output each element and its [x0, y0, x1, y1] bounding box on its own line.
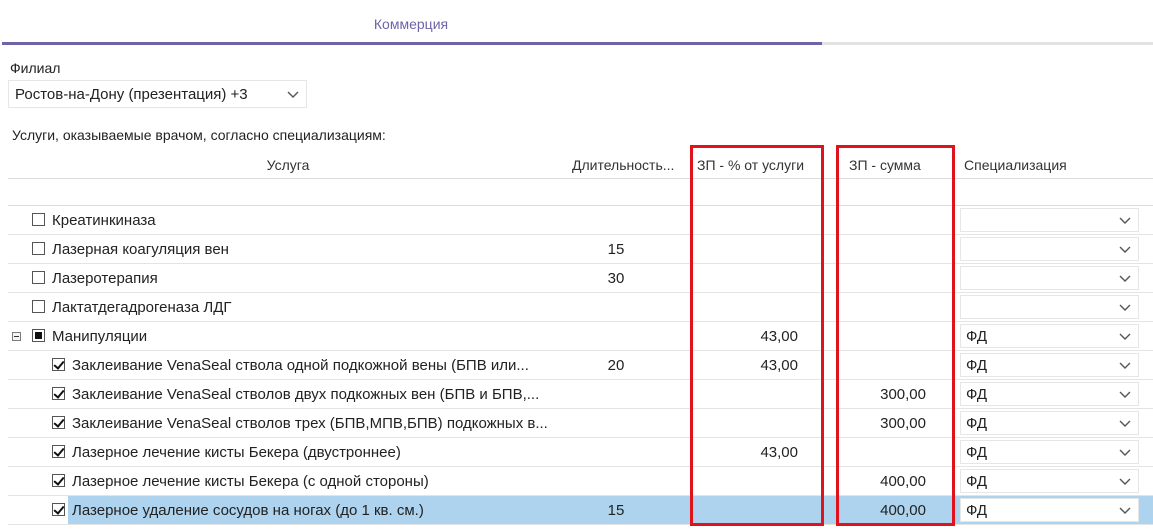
- row-checkbox[interactable]: [52, 503, 65, 516]
- specialization-dropdown[interactable]: ФД: [960, 440, 1139, 464]
- service-name: Лазерное удаление сосудов на ногах (до 1…: [72, 502, 424, 519]
- specialization-value: ФД: [966, 415, 988, 432]
- row-checkbox[interactable]: [32, 300, 45, 313]
- specialization-dropdown[interactable]: ФД: [960, 324, 1139, 348]
- specialization-value: ФД: [966, 328, 988, 345]
- column-header-service[interactable]: Услуга: [0, 157, 576, 173]
- specialization-value: ФД: [966, 473, 988, 490]
- chevron-down-icon: [1119, 217, 1131, 224]
- services-grid: Креатинкиназа Лазерная коагуляция вен 15 Ла…: [8, 206, 1153, 525]
- chevron-down-icon: [1119, 333, 1131, 340]
- duration-cell[interactable]: 15: [580, 502, 652, 519]
- salary-percent-cell[interactable]: 43,00: [698, 444, 798, 461]
- specialization-dropdown[interactable]: ФД: [960, 469, 1139, 493]
- table-row[interactable]: Лазерное лечение кисты Бекера (двустронн…: [8, 438, 1153, 467]
- chevron-down-icon: [1119, 449, 1131, 456]
- column-header-duration[interactable]: Длительность...: [572, 157, 686, 173]
- row-checkbox[interactable]: [52, 387, 65, 400]
- branch-dropdown-value: Ростов-на-Дону (презентация) +3: [15, 86, 248, 103]
- specialization-value: ФД: [966, 502, 988, 519]
- service-name: Заклеивание VenaSeal ствола одной подкож…: [72, 357, 529, 374]
- table-row[interactable]: Лазерная коагуляция вен 15: [8, 235, 1153, 264]
- row-checkbox[interactable]: [52, 416, 65, 429]
- services-caption: Услуги, оказываемые врачом, согласно спе…: [12, 127, 386, 143]
- table-row[interactable]: Заклеивание VenaSeal стволов трех (БПВ,М…: [8, 409, 1153, 438]
- chevron-down-icon: [1119, 391, 1131, 398]
- service-name: Лазерное лечение кисты Бекера (двустронн…: [72, 444, 401, 461]
- service-name: Заклеивание VenaSeal стволов двух подкож…: [72, 386, 540, 403]
- table-row[interactable]: Лазерное удаление сосудов на ногах (до 1…: [8, 496, 1153, 525]
- filter-row[interactable]: [8, 178, 1153, 206]
- service-name: Заклеивание VenaSeal стволов трех (БПВ,М…: [72, 415, 548, 432]
- salary-percent-cell[interactable]: 43,00: [698, 357, 798, 374]
- row-checkbox[interactable]: [52, 358, 65, 371]
- row-checkbox[interactable]: [32, 329, 45, 342]
- chevron-down-icon: [1119, 304, 1131, 311]
- service-name: Манипуляции: [52, 328, 148, 345]
- salary-sum-cell[interactable]: 400,00: [843, 473, 926, 490]
- collapse-minus-icon[interactable]: [12, 332, 21, 341]
- specialization-dropdown[interactable]: [960, 237, 1139, 261]
- column-header-salary-sum[interactable]: ЗП - сумма: [849, 157, 921, 173]
- service-name: Креатинкиназа: [52, 212, 156, 229]
- specialization-value: ФД: [966, 444, 988, 461]
- specialization-dropdown[interactable]: ФД: [960, 411, 1139, 435]
- chevron-down-icon: [1119, 275, 1131, 282]
- row-checkbox[interactable]: [32, 242, 45, 255]
- row-checkbox[interactable]: [32, 213, 45, 226]
- table-row[interactable]: Заклеивание VenaSeal ствола одной подкож…: [8, 351, 1153, 380]
- row-checkbox[interactable]: [32, 271, 45, 284]
- service-name: Лазеротерапия: [52, 270, 158, 287]
- table-row[interactable]: Креатинкиназа: [8, 206, 1153, 235]
- specialization-dropdown[interactable]: [960, 266, 1139, 290]
- specialization-dropdown[interactable]: ФД: [960, 382, 1139, 406]
- tab-active-indicator: [2, 42, 822, 45]
- specialization-dropdown[interactable]: ФД: [960, 498, 1139, 522]
- salary-percent-cell[interactable]: 43,00: [698, 328, 798, 345]
- row-checkbox[interactable]: [52, 474, 65, 487]
- duration-cell[interactable]: 30: [580, 270, 652, 287]
- salary-sum-cell[interactable]: 300,00: [843, 386, 926, 403]
- specialization-dropdown[interactable]: [960, 295, 1139, 319]
- service-name: Лазерная коагуляция вен: [52, 241, 229, 258]
- chevron-down-icon: [1119, 478, 1131, 485]
- duration-cell[interactable]: 15: [580, 241, 652, 258]
- specialization-value: ФД: [966, 357, 988, 374]
- chevron-down-icon: [287, 91, 299, 98]
- service-name: Лактатдегадрогеназа ЛДГ: [52, 299, 232, 316]
- chevron-down-icon: [1119, 246, 1131, 253]
- salary-sum-cell[interactable]: 400,00: [843, 502, 926, 519]
- duration-cell[interactable]: 20: [580, 357, 652, 374]
- branch-dropdown[interactable]: Ростов-на-Дону (презентация) +3: [8, 80, 307, 108]
- chevron-down-icon: [1119, 362, 1131, 369]
- salary-sum-cell[interactable]: 300,00: [843, 415, 926, 432]
- specialization-dropdown[interactable]: [960, 208, 1139, 232]
- table-row[interactable]: Заклеивание VenaSeal стволов двух подкож…: [8, 380, 1153, 409]
- specialization-dropdown[interactable]: ФД: [960, 353, 1139, 377]
- specialization-value: ФД: [966, 386, 988, 403]
- chevron-down-icon: [1119, 507, 1131, 514]
- chevron-down-icon: [1119, 420, 1131, 427]
- row-checkbox[interactable]: [52, 445, 65, 458]
- branch-label: Филиал: [10, 60, 61, 76]
- table-row[interactable]: Лазеротерапия 30: [8, 264, 1153, 293]
- table-row[interactable]: Манипуляции 43,00 ФД: [8, 322, 1153, 351]
- column-header-salary-percent[interactable]: ЗП - % от услуги: [697, 157, 804, 173]
- tab-commerce[interactable]: Коммерция: [0, 16, 822, 32]
- table-row[interactable]: Лактатдегадрогеназа ЛДГ: [8, 293, 1153, 322]
- column-header-specialization[interactable]: Специализация: [964, 157, 1067, 173]
- table-row[interactable]: Лазерное лечение кисты Бекера (с одной с…: [8, 467, 1153, 496]
- tab-bar: Коммерция: [0, 0, 1153, 46]
- tab-bar-divider: [822, 42, 1153, 45]
- service-name: Лазерное лечение кисты Бекера (с одной с…: [72, 473, 429, 490]
